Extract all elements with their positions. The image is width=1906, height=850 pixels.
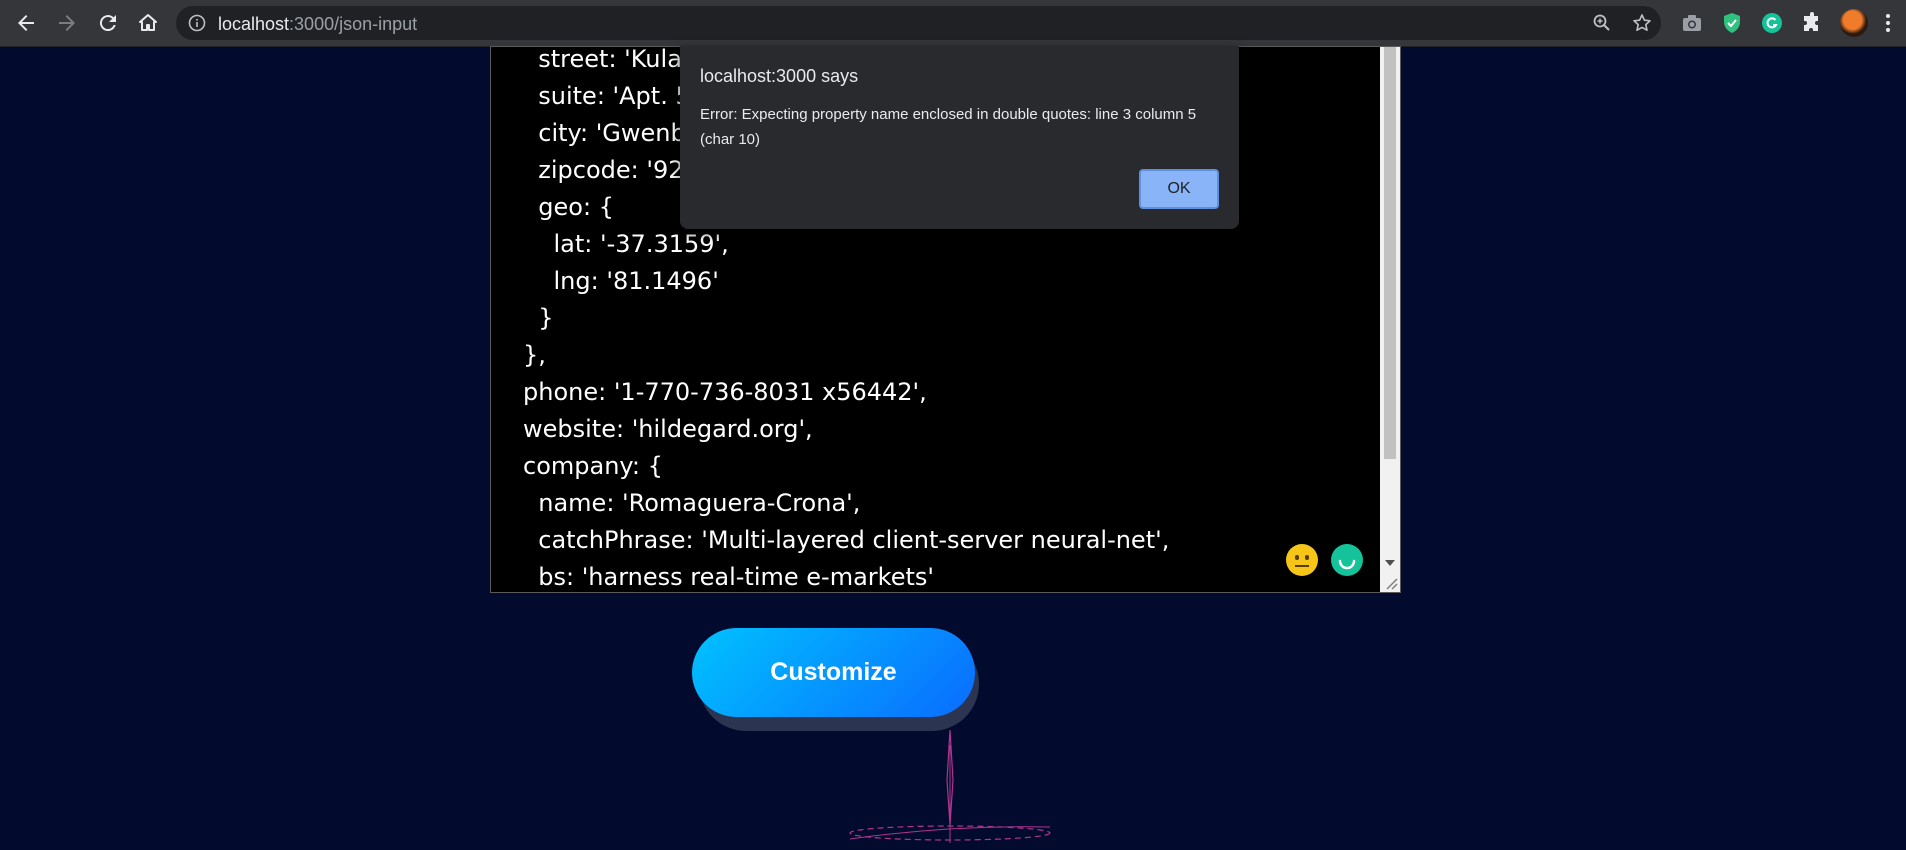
extensions-puzzle-icon[interactable] bbox=[1800, 11, 1824, 35]
alert-title: localhost:3000 says bbox=[700, 66, 859, 86]
address-bar[interactable]: localhost:3000/json-input bbox=[176, 6, 1661, 40]
forward-icon[interactable] bbox=[55, 11, 79, 35]
resize-handle-icon[interactable] bbox=[1382, 574, 1398, 590]
customize-button[interactable]: Customize bbox=[692, 628, 975, 717]
profile-avatar[interactable] bbox=[1840, 9, 1868, 37]
bookmark-star-icon[interactable] bbox=[1632, 13, 1652, 33]
grammarly-icon[interactable] bbox=[1760, 11, 1784, 35]
url-host: localhost bbox=[218, 14, 290, 34]
code-line: }, bbox=[523, 341, 546, 369]
code-line: lat: '-37.3159', bbox=[523, 230, 729, 258]
decorative-spinner-graphic bbox=[849, 729, 1051, 843]
scroll-down-arrow-icon[interactable] bbox=[1385, 560, 1395, 566]
emoji-eye bbox=[1295, 555, 1299, 560]
site-info-icon[interactable] bbox=[188, 14, 206, 32]
url-path: :3000/json-input bbox=[289, 14, 418, 34]
home-icon[interactable] bbox=[136, 11, 160, 35]
code-line: bs: 'harness real-time e-markets' bbox=[523, 563, 934, 591]
shield-check-icon[interactable] bbox=[1720, 11, 1744, 35]
neutral-face-emoji-icon[interactable] bbox=[1286, 544, 1318, 576]
alert-dialog: localhost:3000 says Error: Expecting pro… bbox=[680, 46, 1239, 229]
browser-toolbar: localhost:3000/json-input bbox=[0, 0, 1906, 47]
back-icon[interactable] bbox=[14, 11, 38, 35]
code-line: phone: '1-770-736-8031 x56442', bbox=[523, 378, 927, 406]
code-line: catchPhrase: 'Multi-layered client-serve… bbox=[523, 526, 1170, 554]
code-line: company: { bbox=[523, 452, 663, 480]
code-line: website: 'hildegard.org', bbox=[523, 415, 813, 443]
camera-icon[interactable] bbox=[1680, 11, 1704, 35]
code-line: lng: '81.1496' bbox=[523, 267, 719, 295]
alert-message: Error: Expecting property name enclosed … bbox=[700, 106, 1197, 148]
editor-scrollbar[interactable] bbox=[1380, 47, 1400, 592]
emoji-eye bbox=[1305, 555, 1309, 560]
menu-dots-icon[interactable] bbox=[1878, 10, 1898, 36]
grammarly-status-icon[interactable] bbox=[1331, 544, 1363, 576]
emoji-mouth bbox=[1295, 565, 1309, 567]
url-text[interactable]: localhost:3000/json-input bbox=[218, 14, 417, 35]
reload-icon[interactable] bbox=[96, 11, 120, 35]
ok-button[interactable]: OK bbox=[1139, 169, 1219, 209]
code-line: name: 'Romaguera-Crona', bbox=[523, 489, 861, 517]
zoom-icon[interactable] bbox=[1592, 13, 1612, 33]
scrollbar-thumb[interactable] bbox=[1384, 47, 1396, 459]
code-line: } bbox=[523, 304, 554, 332]
